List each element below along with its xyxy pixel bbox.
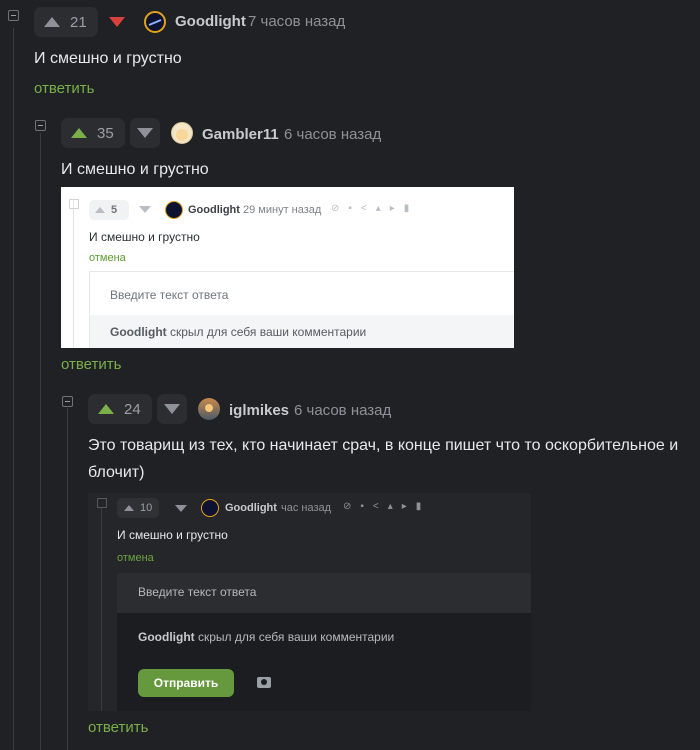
upvote-icon: [98, 404, 114, 414]
thread-line: [40, 133, 41, 750]
downvote-icon: [175, 505, 187, 512]
sunset-icon: [205, 404, 213, 412]
avatar[interactable]: [198, 398, 220, 420]
vote-up-button[interactable]: 24: [88, 394, 152, 424]
comment-text: И смешно и грустно: [89, 230, 200, 244]
vote-up-button: 10: [117, 498, 159, 518]
collapse-toggle[interactable]: [35, 120, 46, 131]
avatar: [165, 201, 183, 219]
downvote-icon: [139, 206, 151, 213]
comment-time: 29 минут назад: [243, 204, 322, 216]
vote-count: 21: [70, 13, 87, 31]
reply-link[interactable]: ответить: [34, 80, 94, 97]
action-icons: ⊘▪<▴▸▮: [343, 501, 431, 512]
collapse-toggle: [97, 498, 107, 508]
comment-time: час назад: [281, 502, 332, 514]
hidden-author: Goodlight: [110, 325, 167, 339]
hidden-notice: Goodlight скрыл для себя ваши комментари…: [117, 613, 531, 711]
hidden-text: скрыл для себя ваши комментарии: [198, 630, 395, 644]
vote-count: 35: [97, 124, 114, 142]
reply-box: Введите текст ответа Goodlight скрыл для…: [117, 573, 531, 711]
vote-count: 5: [111, 204, 118, 216]
comment-text: И смешно и грустно: [117, 528, 228, 542]
vote-count: 24: [124, 400, 141, 418]
collapse-toggle[interactable]: [62, 396, 73, 407]
avatar[interactable]: [144, 11, 166, 33]
comet-icon: [148, 19, 162, 26]
comment-time[interactable]: 7 часов назад: [248, 13, 345, 30]
upvote-icon: [44, 17, 60, 27]
thread-line: [13, 28, 14, 750]
vote-up-button[interactable]: 21: [34, 7, 98, 37]
reply-link[interactable]: ответить: [88, 719, 148, 736]
attached-screenshot[interactable]: 10 Goodlight час назад ⊘▪<▴▸▮ И смешно и…: [88, 493, 531, 711]
camera-icon: [257, 677, 271, 688]
author-name[interactable]: Gambler11: [202, 126, 279, 143]
comment-time[interactable]: 6 часов назад: [284, 126, 381, 143]
attached-screenshot[interactable]: 5 Goodlight 29 минут назад ⊘▪<▴▸▮ И смеш…: [61, 187, 514, 348]
author-name[interactable]: Goodlight: [175, 13, 246, 30]
author-name: Goodlight: [188, 204, 240, 216]
collapse-toggle[interactable]: [8, 10, 19, 21]
cancel-link: отмена: [89, 252, 126, 264]
comment-text: Это товарищ из тех, кто начинает срач, в…: [88, 437, 679, 481]
avatar[interactable]: [171, 122, 193, 144]
send-button: Отправить: [138, 669, 234, 697]
hidden-author: Goodlight: [138, 630, 195, 644]
thread-line: [73, 201, 74, 348]
collapse-toggle: [69, 199, 79, 209]
upvote-icon: [95, 207, 105, 213]
vote-down-button[interactable]: [157, 394, 187, 424]
author-name: Goodlight: [225, 502, 277, 514]
reply-input: Введите текст ответа: [110, 288, 229, 302]
author-name[interactable]: iglmikes: [229, 402, 289, 419]
thread-line: [67, 408, 68, 750]
face-icon: [176, 129, 188, 141]
reply-box: Введите текст ответа Goodlight скрыл для…: [89, 271, 514, 348]
comment-time[interactable]: 6 часов назад: [294, 402, 391, 419]
reply-input: Введите текст ответа: [138, 585, 257, 599]
downvote-icon: [137, 128, 153, 138]
downvote-icon: [164, 404, 180, 414]
hidden-text: скрыл для себя ваши комментарии: [170, 325, 367, 339]
vote-up-button[interactable]: 35: [61, 118, 125, 148]
cancel-link: отмена: [117, 552, 154, 564]
hidden-notice: Goodlight скрыл для себя ваши комментари…: [90, 315, 514, 348]
comment-text: И смешно и грустно: [61, 161, 209, 178]
comment-text: И смешно и грустно: [34, 50, 182, 67]
vote-count: 10: [140, 502, 153, 514]
upvote-icon: [71, 128, 87, 138]
action-icons: ⊘▪<▴▸▮: [331, 203, 419, 214]
thread-line: [101, 507, 102, 711]
vote-down-button[interactable]: [102, 7, 132, 37]
downvote-icon: [109, 17, 125, 27]
upvote-icon: [124, 505, 134, 511]
reply-link[interactable]: ответить: [61, 356, 121, 373]
vote-down-button[interactable]: [130, 118, 160, 148]
vote-up-button: 5: [89, 200, 129, 220]
avatar: [201, 499, 219, 517]
